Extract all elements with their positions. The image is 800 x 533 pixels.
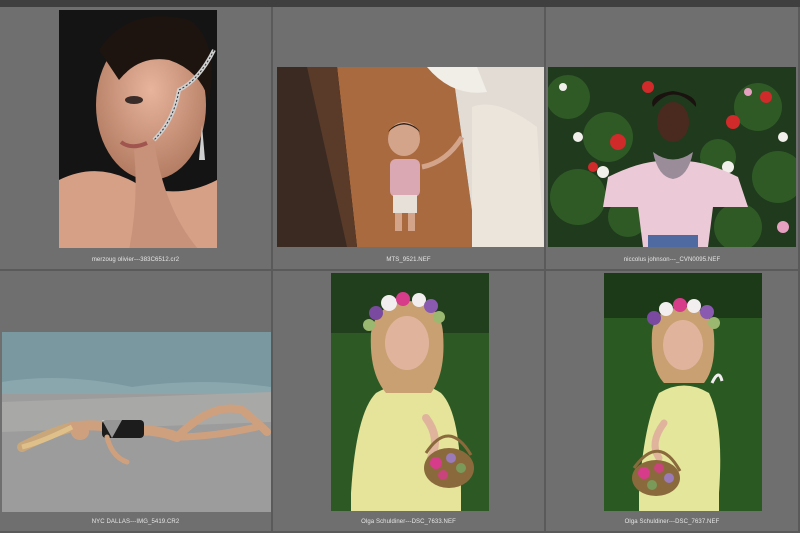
thumbnail-cell[interactable]: merzoug olivier---383C6512.cr2	[0, 7, 273, 271]
thumbnail-filename: niccolus johnson---_CVN0095.NEF	[623, 257, 721, 263]
thumbnail-image-girl-flower-crown-basket[interactable]	[331, 273, 489, 511]
thumbnail-filename: Olga Schuldiner---DSC_7633.NEF	[361, 519, 456, 525]
thumbnail-image-woman-lying-water[interactable]	[2, 332, 271, 512]
thumbnail-filename: MTS_9521.NEF	[386, 257, 431, 263]
thumbnail-cell[interactable]: niccolus johnson---_CVN0095.NEF	[546, 7, 800, 271]
thumbnail-cell[interactable]: MTS_9521.NEF	[273, 7, 546, 271]
thumbnail-cell[interactable]: Olga Schuldiner---DSC_7633.NEF	[273, 271, 546, 533]
thumbnail-image-child-hallway[interactable]	[277, 67, 544, 247]
thumbnail-filename: merzoug olivier---383C6512.cr2	[91, 257, 180, 263]
thumbnail-image-woman-flowers[interactable]	[548, 67, 796, 247]
thumbnail-grid: merzoug olivier---383C6512.cr2 MTS_9521.…	[0, 7, 800, 533]
thumbnail-cell[interactable]: NYC DALLAS---IMG_5419.CR2	[0, 271, 273, 533]
thumbnail-filename: Olga Schuldiner---DSC_7637.NEF	[624, 519, 720, 525]
window-top-bar	[0, 0, 800, 7]
thumbnail-image-portrait-woman-serpent-jewelry[interactable]	[59, 10, 217, 248]
thumbnail-cell[interactable]: Olga Schuldiner---DSC_7637.NEF	[546, 271, 800, 533]
thumbnail-filename: NYC DALLAS---IMG_5419.CR2	[91, 519, 180, 525]
thumbnail-image-girl-flower-crown-basket[interactable]	[604, 273, 762, 511]
